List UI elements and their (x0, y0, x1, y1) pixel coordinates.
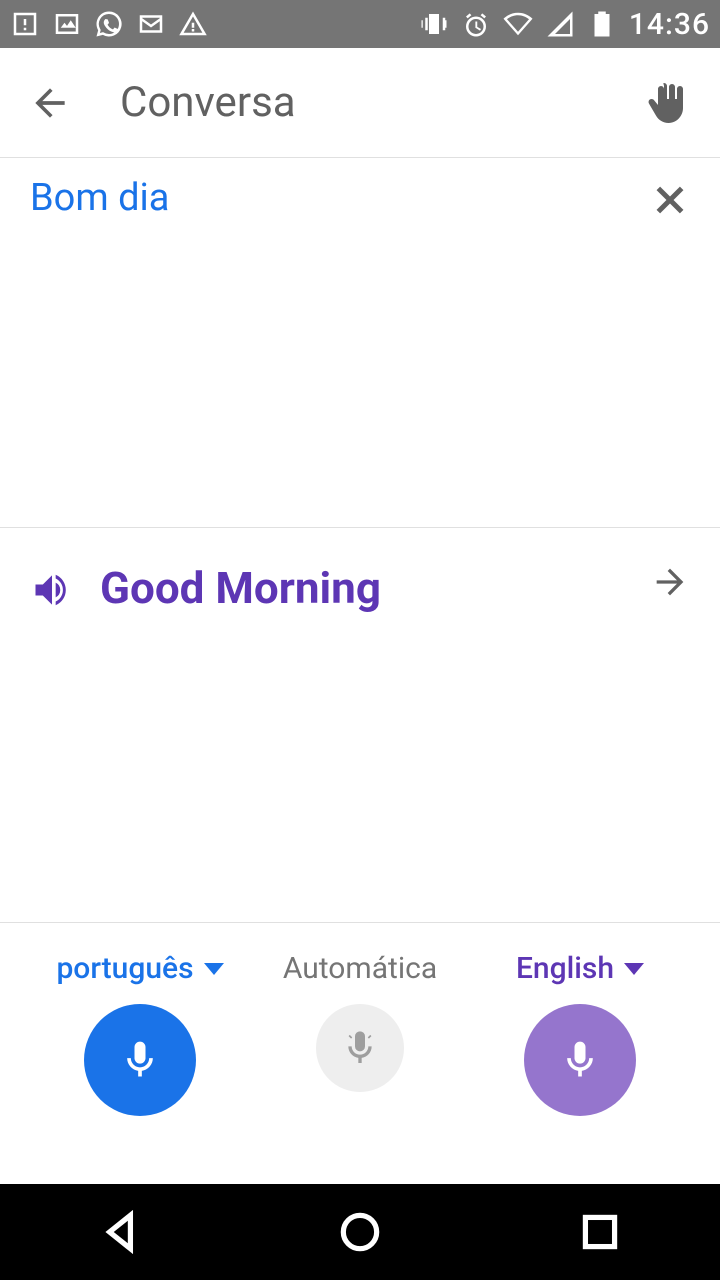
notification-alert-icon (10, 9, 40, 39)
back-button[interactable] (28, 81, 72, 125)
source-language-selector[interactable]: português (56, 951, 223, 986)
speaker-icon[interactable] (30, 568, 74, 612)
target-language-selector[interactable]: English (516, 951, 644, 986)
gmail-icon (136, 9, 166, 39)
target-language-label: English (516, 951, 614, 986)
alarm-icon (461, 9, 491, 39)
target-language-column: English (480, 951, 680, 1116)
nav-back-button[interactable] (95, 1207, 145, 1257)
chevron-down-icon (624, 963, 644, 975)
source-mic-button[interactable] (84, 1004, 196, 1116)
app-header: Conversa (0, 48, 720, 158)
auto-language-column: Automática (260, 951, 460, 1092)
source-panel: Bom dia (0, 158, 720, 528)
nav-home-button[interactable] (335, 1207, 385, 1257)
source-language-label: português (56, 951, 193, 986)
whatsapp-icon (94, 9, 124, 39)
nav-recent-button[interactable] (575, 1207, 625, 1257)
wifi-icon (503, 9, 533, 39)
warning-icon (178, 9, 208, 39)
page-title: Conversa (120, 78, 296, 127)
auto-mic-button[interactable] (316, 1004, 404, 1092)
source-text[interactable]: Bom dia (30, 176, 690, 220)
expand-button[interactable] (650, 562, 690, 602)
clear-button[interactable] (650, 180, 690, 220)
image-icon (52, 9, 82, 39)
status-bar: 14:36 (0, 0, 720, 48)
signal-icon (545, 9, 575, 39)
language-bar: português Automática English (0, 923, 720, 1184)
battery-icon (587, 9, 617, 39)
target-mic-button[interactable] (524, 1004, 636, 1116)
status-time: 14:36 (629, 7, 710, 42)
status-left-icons (10, 9, 208, 39)
hand-icon[interactable] (644, 79, 692, 127)
status-right-icons: 14:36 (419, 7, 710, 42)
auto-language-label: Automática (283, 951, 437, 986)
translation-text: Good Morning (100, 562, 381, 614)
source-language-column: português (40, 951, 240, 1116)
chevron-down-icon (204, 963, 224, 975)
vibrate-icon (419, 9, 449, 39)
android-nav-bar (0, 1184, 720, 1280)
translation-panel: Good Morning (0, 528, 720, 923)
